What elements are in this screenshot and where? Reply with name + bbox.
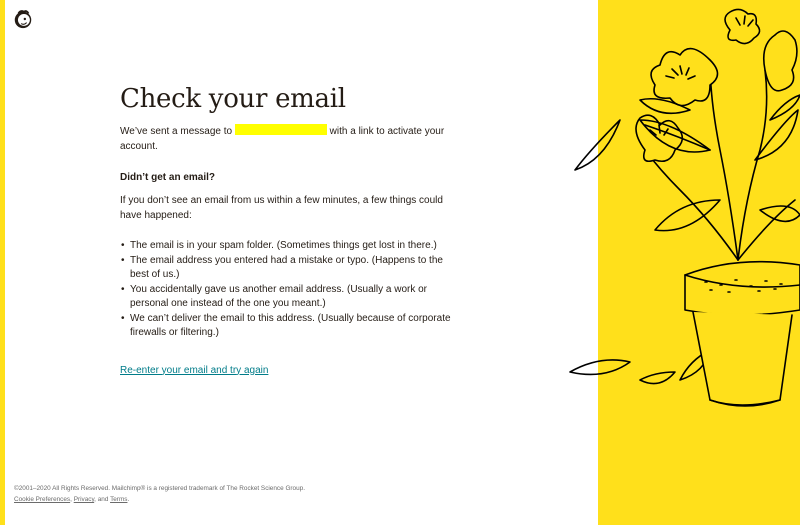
potted-plant-illustration-icon: [569, 0, 800, 525]
left-accent-strip: [0, 0, 5, 525]
sent-message: We’ve sent a message to with a link to a…: [120, 124, 460, 154]
reasons-list: The email is in your spam folder. (Somet…: [120, 239, 460, 341]
terms-link[interactable]: Terms: [110, 496, 127, 503]
page-title: Check your email: [120, 84, 346, 114]
reason-item: The email address you entered had a mist…: [121, 254, 460, 283]
redacted-email: [234, 124, 327, 135]
intro-text: If you don’t see an email from us within…: [120, 195, 443, 221]
sent-prefix: We’ve sent a message to: [120, 126, 233, 137]
reenter-email-link[interactable]: Re-enter your email and try again: [120, 365, 268, 376]
footer-links: Cookie Preferences, Privacy, and Terms.: [14, 496, 130, 503]
reason-item: You accidentally gave us another email a…: [121, 283, 460, 312]
privacy-link[interactable]: Privacy: [74, 496, 94, 503]
reason-item: We can’t deliver the email to this addre…: [121, 312, 460, 341]
reason-item: The email is in your spam folder. (Somet…: [121, 239, 460, 254]
cookie-preferences-link[interactable]: Cookie Preferences: [14, 496, 70, 503]
didnt-get-email-heading: Didn’t get an email?: [120, 172, 216, 183]
footer: ©2001–2020 All Rights Reserved. Mailchim…: [14, 483, 305, 505]
confirmation-panel: Check your email We’ve sent a message to…: [120, 84, 460, 378]
copyright-text: ©2001–2020 All Rights Reserved. Mailchim…: [14, 485, 305, 492]
mailchimp-logo-icon[interactable]: [12, 8, 34, 30]
